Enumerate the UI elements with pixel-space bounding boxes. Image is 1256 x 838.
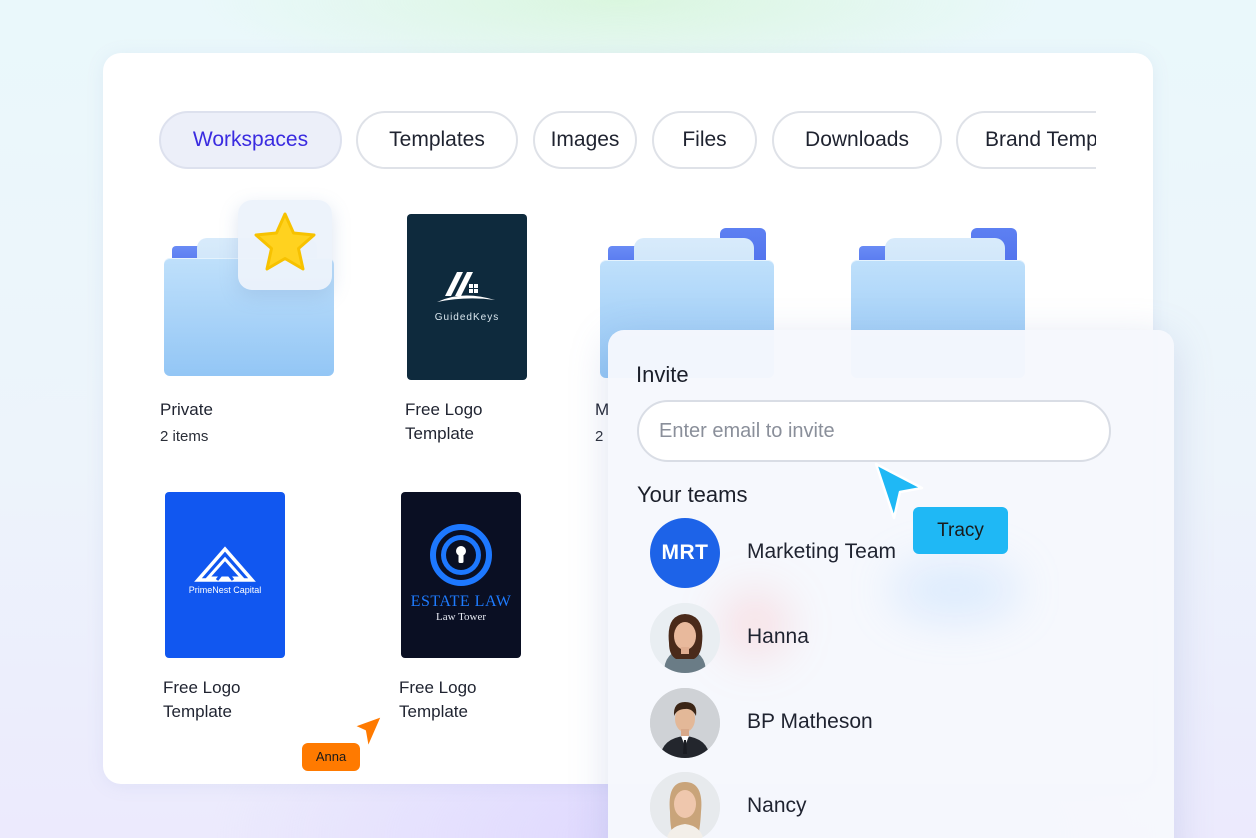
member-name: Marketing Team bbox=[747, 540, 897, 563]
tab-files[interactable]: Files bbox=[652, 111, 757, 169]
tile-item-count: 2 bbox=[595, 428, 604, 445]
primenest-template-thumbnail[interactable]: PrimeNest Capital bbox=[165, 492, 285, 658]
avatar bbox=[650, 772, 720, 838]
team-avatar: MRT bbox=[650, 518, 720, 588]
avatar bbox=[650, 603, 720, 673]
tab-downloads[interactable]: Downloads bbox=[772, 111, 942, 169]
tile-title: Free Logo Template bbox=[399, 678, 477, 721]
template-brand-name: GuidedKeys bbox=[434, 312, 500, 323]
invite-heading: Invite bbox=[636, 362, 689, 387]
estatelaw-template-thumbnail[interactable]: ESTATE LAW Law Tower bbox=[401, 492, 521, 658]
tracy-cursor-tag: Tracy bbox=[913, 507, 1008, 554]
member-name: Hanna bbox=[747, 625, 809, 648]
member-row-nancy[interactable]: Nancy bbox=[650, 772, 1150, 838]
favorite-star-icon bbox=[238, 200, 332, 290]
tile-item-count: 2 items bbox=[160, 428, 209, 445]
member-row-hanna[interactable]: Hanna bbox=[650, 603, 1150, 673]
avatar bbox=[650, 688, 720, 758]
tile-title: Free Logo Template bbox=[405, 400, 483, 443]
tab-brand-templates[interactable]: Brand Templates bbox=[956, 111, 1096, 169]
tab-workspaces[interactable]: Workspaces bbox=[159, 111, 342, 169]
guidedkeys-logo-icon bbox=[437, 272, 495, 302]
category-tabs: Workspaces Templates Images Files Downlo… bbox=[159, 110, 1096, 170]
template-brand-name: PrimeNest Capital bbox=[188, 585, 262, 595]
template-brand-name: ESTATE LAW bbox=[410, 593, 512, 610]
tile-title: Free Logo Template bbox=[163, 678, 241, 721]
tab-images[interactable]: Images bbox=[533, 111, 637, 169]
template-tagline: Law Tower bbox=[435, 611, 487, 623]
member-name: BP Matheson bbox=[747, 710, 873, 733]
guidedkeys-template-thumbnail[interactable]: GuidedKeys bbox=[407, 214, 527, 380]
keyhole-logo-icon bbox=[430, 524, 492, 586]
tab-templates[interactable]: Templates bbox=[356, 111, 518, 169]
member-row-marketing-team[interactable]: MRT Marketing Team bbox=[650, 518, 1150, 588]
tile-title: Private bbox=[160, 400, 213, 419]
primenest-logo-icon bbox=[194, 546, 256, 582]
email-invite-input[interactable] bbox=[637, 400, 1111, 462]
anna-cursor-tag: Anna bbox=[302, 743, 360, 771]
member-name: Nancy bbox=[747, 794, 807, 817]
teams-heading: Your teams bbox=[637, 482, 748, 507]
member-row-bp-matheson[interactable]: BP Matheson bbox=[650, 688, 1150, 758]
